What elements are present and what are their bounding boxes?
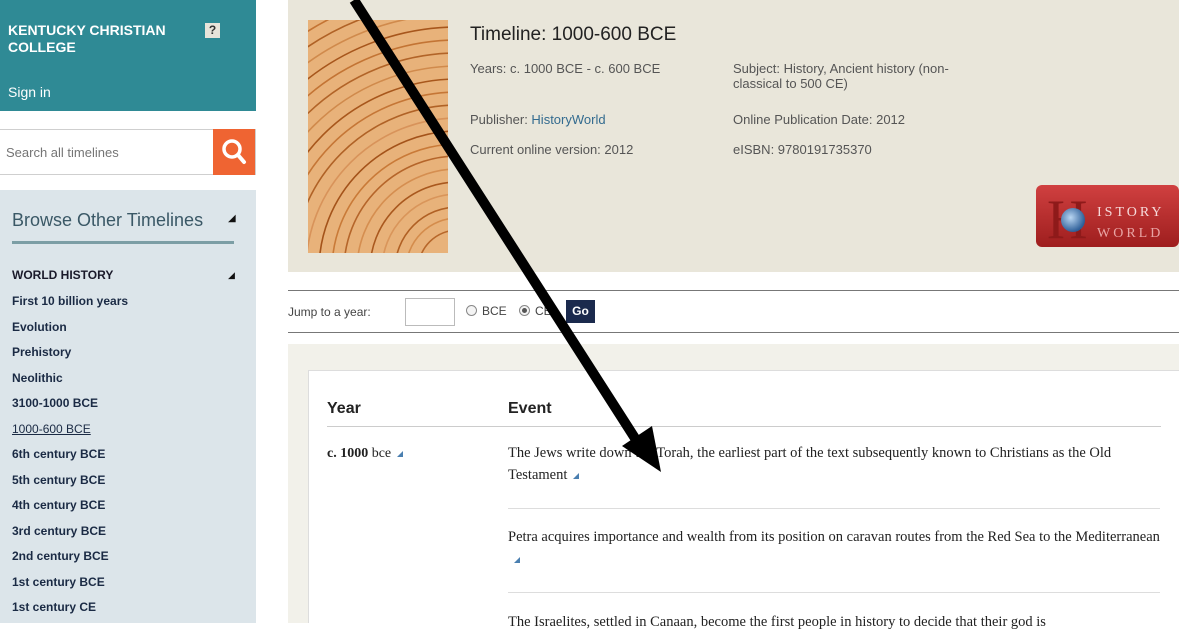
sign-in-link[interactable]: Sign in xyxy=(8,84,51,100)
page-title: Timeline: 1000-600 BCE xyxy=(470,24,677,45)
year-column-header: Year xyxy=(327,400,361,417)
ce-label: CE xyxy=(535,304,552,318)
event-text: Petra acquires importance and wealth fro… xyxy=(508,529,1160,545)
timeline-item[interactable]: Evolution xyxy=(12,319,128,345)
event-row: The Israelites, settled in Canaan, becom… xyxy=(508,611,1160,633)
publisher-label: Publisher: xyxy=(470,112,532,127)
expand-triangle-icon[interactable] xyxy=(397,450,404,457)
subject-line-1: Subject: History, Ancient history (non- xyxy=(733,61,949,76)
event-text: The Jews write down the Torah, the earli… xyxy=(508,445,1112,483)
institution-banner: KENTUCKY CHRISTIAN COLLEGE ? Sign in xyxy=(0,0,256,111)
bce-radio[interactable] xyxy=(466,305,477,316)
timeline-table xyxy=(308,370,1179,623)
bce-label: BCE xyxy=(482,304,507,318)
ce-radio[interactable] xyxy=(519,305,530,316)
event-row: Petra acquires importance and wealth fro… xyxy=(508,526,1160,570)
expand-triangle-icon[interactable] xyxy=(514,556,520,563)
timeline-item[interactable]: 3rd century BCE xyxy=(12,523,128,549)
publisher-text: Publisher: HistoryWorld xyxy=(470,112,606,127)
divider xyxy=(12,241,234,244)
timeline-item[interactable]: 1st century CE xyxy=(12,599,128,625)
help-button[interactable]: ? xyxy=(205,23,220,38)
section-arrow-icon[interactable]: ◢ xyxy=(228,270,235,281)
browse-panel: Browse Other Timelines ◢ WORLD HISTORY ◢… xyxy=(0,190,256,623)
timeline-item[interactable]: 6th century BCE xyxy=(12,446,128,472)
header-divider xyxy=(327,426,1161,427)
timeline-item[interactable]: 5th century BCE xyxy=(12,472,128,498)
historyworld-logo[interactable]: H ISTORY WORLD xyxy=(1036,185,1179,247)
timeline-item[interactable]: 2nd century BCE xyxy=(12,548,128,574)
search-input[interactable] xyxy=(0,130,216,174)
collapse-arrow-icon[interactable]: ◢ xyxy=(228,213,236,224)
row-divider xyxy=(508,592,1160,593)
world-history-heading[interactable]: WORLD HISTORY xyxy=(12,268,113,282)
timeline-item[interactable]: 1st century BCE xyxy=(12,574,128,600)
eisbn-text: eISBN: 9780191735370 xyxy=(733,142,872,157)
jump-label: Jump to a year: xyxy=(288,305,371,319)
timeline-item[interactable]: 3100-1000 BCE xyxy=(12,395,128,421)
row-divider xyxy=(508,508,1160,509)
event-row: The Jews write down the Torah, the earli… xyxy=(508,442,1160,486)
timeline-header: Timeline: 1000-600 BCE Years: c. 1000 BC… xyxy=(288,0,1179,272)
timeline-item[interactable]: First 10 billion years xyxy=(12,293,128,319)
institution-name: KENTUCKY CHRISTIAN COLLEGE xyxy=(8,22,166,55)
year-input[interactable] xyxy=(405,298,455,326)
year-value: c. 1000 xyxy=(327,446,369,461)
cover-image xyxy=(308,20,448,253)
search-icon xyxy=(222,139,246,164)
expand-triangle-icon[interactable] xyxy=(573,472,580,479)
online-publication-date: Online Publication Date: 2012 xyxy=(733,112,906,127)
years-text: Years: c. 1000 BCE - c. 600 BCE xyxy=(470,61,661,76)
event-column-header: Event xyxy=(508,400,552,417)
subject-line-2: classical to 500 CE) xyxy=(733,76,848,91)
year-suffix: bce xyxy=(368,446,392,461)
search-button[interactable] xyxy=(213,129,255,175)
publisher-link[interactable]: HistoryWorld xyxy=(531,112,605,127)
logo-text-top: ISTORY xyxy=(1097,205,1165,220)
timeline-item[interactable]: Prehistory xyxy=(12,344,128,370)
go-button[interactable]: Go xyxy=(566,300,595,323)
jump-to-year-bar: Jump to a year: BCE CE Go xyxy=(288,290,1179,333)
event-text: The Israelites, settled in Canaan, becom… xyxy=(508,614,1046,630)
timeline-item[interactable]: Neolithic xyxy=(12,370,128,396)
timeline-item[interactable]: 4th century BCE xyxy=(12,497,128,523)
logo-text-bottom: WORLD xyxy=(1097,226,1163,241)
year-cell: c. 1000 bce xyxy=(327,446,404,462)
current-version-text: Current online version: 2012 xyxy=(470,142,634,157)
browse-title[interactable]: Browse Other Timelines xyxy=(12,210,203,231)
subject-text: Subject: History, Ancient history (non- … xyxy=(733,61,949,91)
timeline-item-current[interactable]: 1000-600 BCE xyxy=(12,421,128,447)
timeline-list: First 10 billion years Evolution Prehist… xyxy=(12,293,128,625)
